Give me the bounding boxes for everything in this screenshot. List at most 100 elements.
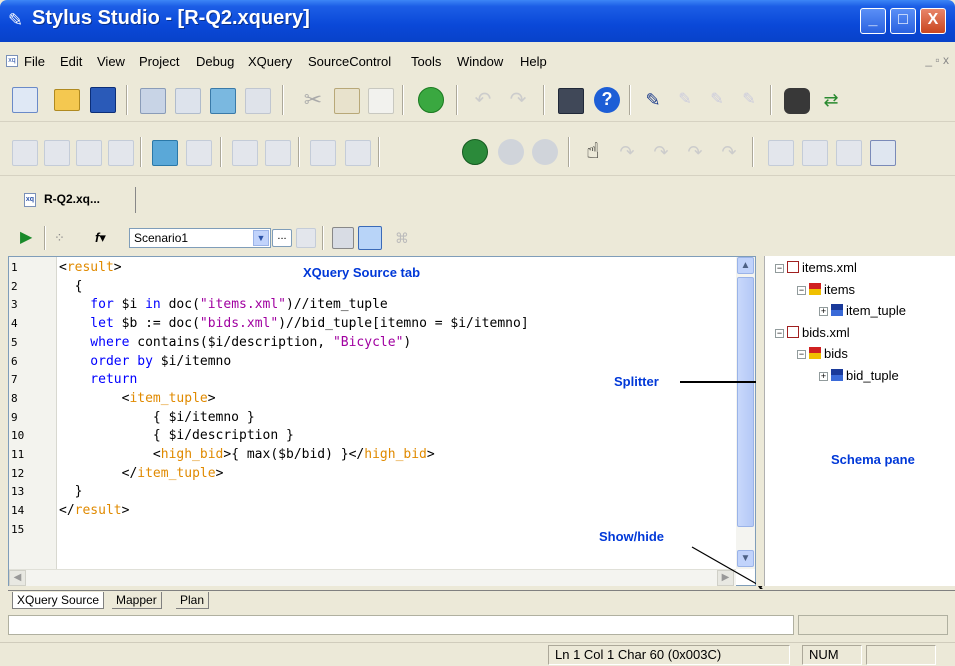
- collapse-icon[interactable]: −: [797, 350, 806, 359]
- window-icon[interactable]: [140, 88, 166, 114]
- menu-debug[interactable]: Debug: [196, 54, 234, 69]
- hand-icon[interactable]: ☝: [580, 138, 606, 164]
- menu-file[interactable]: File: [24, 54, 45, 69]
- vertical-scrollbar[interactable]: ▲ ▼: [736, 257, 755, 569]
- open-folder-icon[interactable]: [54, 89, 80, 111]
- map-icon[interactable]: [310, 140, 336, 166]
- browse-button[interactable]: ...: [272, 229, 292, 247]
- menu-edit[interactable]: Edit: [60, 54, 82, 69]
- find-icon[interactable]: [784, 88, 810, 114]
- paste-icon[interactable]: [368, 88, 394, 114]
- code-line: where contains($i/description, "Bicycle"…: [59, 334, 411, 352]
- schema-node[interactable]: − items: [797, 281, 855, 299]
- save-icon[interactable]: [90, 87, 116, 113]
- schema-node[interactable]: − bids: [797, 345, 848, 363]
- debug-stop-icon[interactable]: [532, 139, 558, 165]
- bookmark-toggle-icon[interactable]: ✎: [640, 88, 666, 114]
- menu-xquery[interactable]: XQuery: [248, 54, 292, 69]
- new-xml-icon[interactable]: [12, 87, 38, 113]
- schema-node[interactable]: − bids.xml: [775, 324, 850, 342]
- menu-tools[interactable]: Tools: [411, 54, 441, 69]
- bookmark-next-icon[interactable]: ✎: [672, 88, 698, 114]
- output-field[interactable]: [8, 615, 794, 635]
- window-back-icon[interactable]: [175, 88, 201, 114]
- collapse-icon[interactable]: −: [775, 328, 784, 338]
- debug-bug-icon[interactable]: [462, 139, 488, 165]
- scroll-thumb[interactable]: [737, 277, 754, 527]
- menu-view[interactable]: View: [97, 54, 125, 69]
- bookmark-prev-icon[interactable]: ✎: [704, 88, 730, 114]
- schema-node[interactable]: − items.xml: [775, 259, 857, 277]
- menu-project[interactable]: Project: [139, 54, 179, 69]
- splitter-bar[interactable]: [756, 256, 764, 586]
- indent-icon[interactable]: [44, 140, 70, 166]
- run-to-cursor-icon[interactable]: ↷: [716, 140, 742, 166]
- help-icon[interactable]: ?: [594, 87, 620, 113]
- xpath-alt-icon[interactable]: [265, 140, 291, 166]
- settings-icon[interactable]: [296, 228, 316, 248]
- print-icon[interactable]: [558, 88, 584, 114]
- preview-alt-icon[interactable]: [186, 140, 212, 166]
- scroll-up-icon[interactable]: ▲: [737, 257, 754, 274]
- chevron-down-icon[interactable]: ▼: [253, 230, 269, 246]
- comment-icon[interactable]: [108, 140, 134, 166]
- outdent-icon[interactable]: [76, 140, 102, 166]
- refresh-icon[interactable]: [418, 87, 444, 113]
- redo-icon[interactable]: ↷: [505, 88, 531, 114]
- expand-icon[interactable]: ⌘: [392, 228, 412, 248]
- tab-mapper[interactable]: Mapper: [112, 592, 162, 609]
- copy-icon[interactable]: [334, 88, 360, 114]
- profiler-icon[interactable]: [870, 140, 896, 166]
- code-line: <item_tuple>: [59, 390, 216, 408]
- window-tile-icon[interactable]: [210, 88, 236, 114]
- line-number: 8: [11, 391, 18, 405]
- exe-icon[interactable]: [345, 140, 371, 166]
- code-token: "bids.xml": [199, 316, 279, 332]
- expand-icon[interactable]: +: [819, 371, 828, 381]
- document-icon[interactable]: xq: [6, 55, 18, 67]
- replace-icon[interactable]: ⇄: [818, 88, 844, 114]
- window-cascade-icon[interactable]: [245, 88, 271, 114]
- preview-icon[interactable]: [152, 140, 178, 166]
- tab-r-q2[interactable]: xq R-Q2.xq...: [18, 187, 136, 213]
- debug-pause-icon[interactable]: [498, 139, 524, 165]
- undo-icon[interactable]: ↶: [470, 88, 496, 114]
- tree-view-icon[interactable]: [332, 227, 354, 249]
- schema-node[interactable]: + item_tuple: [819, 302, 906, 320]
- code-token: )//item_tuple: [286, 297, 388, 313]
- scenario-icon[interactable]: ⁘: [54, 228, 72, 248]
- xpath-icon[interactable]: [232, 140, 258, 166]
- step-over-icon[interactable]: ↷: [648, 140, 674, 166]
- schema-toggle-icon[interactable]: [358, 226, 382, 250]
- step-out-icon[interactable]: ↷: [682, 140, 708, 166]
- maximize-button[interactable]: □: [890, 8, 916, 34]
- mdi-controls[interactable]: _ ▫ x: [925, 53, 949, 67]
- code-token: in: [145, 297, 169, 313]
- tab-plan[interactable]: Plan: [176, 592, 210, 609]
- scroll-left-icon[interactable]: ◀: [9, 570, 26, 586]
- close-button[interactable]: X: [920, 8, 946, 34]
- watch-icon[interactable]: [768, 140, 794, 166]
- callstack-icon[interactable]: [836, 140, 862, 166]
- collapse-icon[interactable]: −: [797, 285, 806, 295]
- menu-help[interactable]: Help: [520, 54, 547, 69]
- expand-icon[interactable]: +: [819, 307, 828, 316]
- horizontal-scrollbar[interactable]: ◀ ▶: [9, 569, 736, 586]
- bookmark-clear-icon[interactable]: ✎: [736, 88, 762, 114]
- schema-node[interactable]: + bid_tuple: [819, 367, 899, 385]
- variables-icon[interactable]: [802, 140, 828, 166]
- code-token: $i/itemno: [160, 353, 232, 369]
- step-into-icon[interactable]: ↷: [614, 140, 640, 166]
- validate-icon[interactable]: [12, 140, 38, 166]
- tab-xquery-source[interactable]: XQuery Source: [12, 592, 105, 609]
- cut-icon[interactable]: ✂: [300, 88, 326, 114]
- code-token: >: [121, 503, 130, 519]
- line-number: 2: [11, 279, 18, 293]
- minimize-button[interactable]: _: [860, 8, 886, 34]
- collapse-icon[interactable]: −: [775, 264, 784, 273]
- menu-window[interactable]: Window: [457, 54, 503, 69]
- scenario-select[interactable]: Scenario1 ▼: [129, 228, 271, 248]
- run-icon[interactable]: ▶: [20, 228, 38, 248]
- function-icon[interactable]: f▾: [95, 228, 117, 248]
- menu-sourcecontrol[interactable]: SourceControl: [308, 54, 391, 69]
